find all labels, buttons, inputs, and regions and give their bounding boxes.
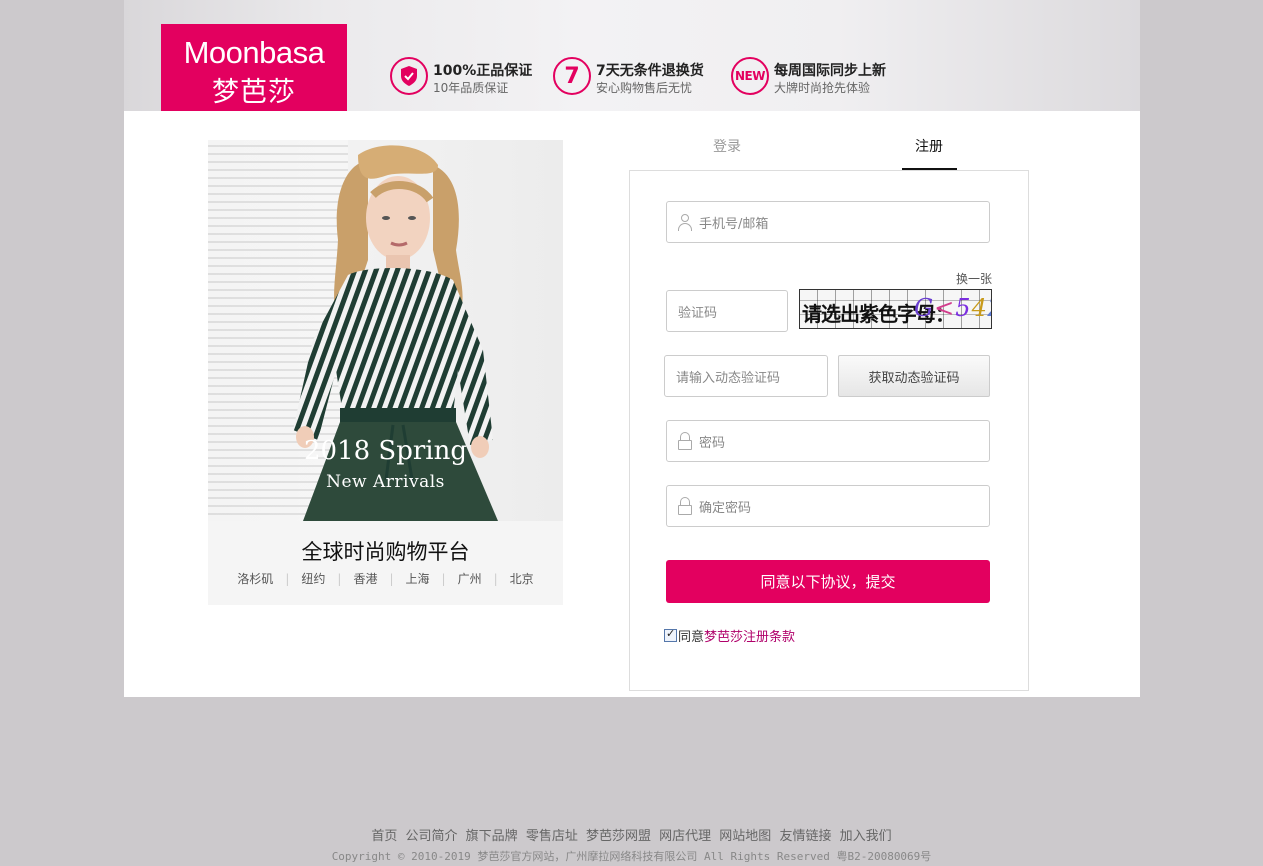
agree-label: 同意: [678, 630, 705, 645]
footer-link-about[interactable]: 公司简介: [406, 829, 458, 844]
footer-link-careers[interactable]: 加入我们: [840, 829, 892, 844]
moonbasa-logo[interactable]: Moonbasa 梦芭莎: [161, 24, 347, 111]
footer-link-agent[interactable]: 网店代理: [659, 829, 711, 844]
captcha-char: Z: [988, 294, 991, 322]
captcha-char: 5: [955, 294, 972, 322]
footer-link-home[interactable]: 首页: [371, 829, 397, 844]
captcha-code: G<54ZG: [914, 294, 991, 322]
agree-checkbox[interactable]: [664, 627, 677, 642]
refresh-captcha-link[interactable]: 换一张: [956, 270, 992, 287]
footer-link-friends[interactable]: 友情链接: [779, 829, 831, 844]
get-sms-code-button[interactable]: 获取动态验证码: [838, 355, 990, 397]
agreement-row: 同意梦芭莎注册条款: [664, 626, 795, 645]
divider: |: [493, 572, 498, 586]
feature-title: 每周国际同步上新: [774, 63, 886, 79]
account-input[interactable]: 手机号/邮箱: [666, 201, 990, 243]
city-label: 广州: [457, 572, 482, 586]
footer-link-sitemap[interactable]: 网站地图: [719, 829, 771, 844]
sms-code-input[interactable]: 请输入动态验证码: [664, 355, 828, 397]
seven-days-icon: 7: [553, 57, 591, 95]
promo-card: 2018 Spring New Arrivals 全球时尚购物平台 洛杉矶 | 纽约…: [208, 140, 563, 605]
footer-link-stores[interactable]: 零售店址: [526, 829, 578, 844]
footer-link-affiliate[interactable]: 梦芭莎网盟: [586, 829, 651, 844]
tab-login[interactable]: 登录: [699, 136, 755, 156]
promo-headline: 2018 Spring: [303, 436, 468, 466]
city-label: 纽约: [301, 572, 326, 586]
captcha-image[interactable]: 请选出紫色字母： G<54ZG: [799, 289, 992, 329]
account-placeholder: 手机号/邮箱: [699, 216, 769, 232]
password-input[interactable]: 密码: [666, 420, 990, 462]
password-placeholder: 密码: [699, 435, 726, 451]
confirm-password-placeholder: 确定密码: [699, 500, 752, 516]
terms-link[interactable]: 梦芭莎注册条款: [704, 626, 795, 645]
footer-nav: 首页 公司简介 旗下品牌 零售店址 梦芭莎网盟 网店代理 网站地图 友情链接 加…: [0, 825, 1263, 844]
new-badge-icon: NEW: [731, 57, 769, 95]
captcha-placeholder: 验证码: [678, 305, 718, 321]
divider: |: [389, 572, 394, 586]
divider: |: [337, 572, 342, 586]
shield-check-icon: [390, 57, 428, 95]
lock-icon: [677, 432, 693, 450]
divider: |: [441, 572, 446, 586]
feature-title: 7天无条件退换货: [596, 63, 704, 79]
captcha-input[interactable]: 验证码: [666, 290, 788, 332]
lock-icon: [677, 497, 693, 515]
captcha-char: G: [914, 294, 935, 322]
city-label: 北京: [509, 572, 534, 586]
feature-subtitle: 10年品质保证: [433, 81, 509, 95]
feature-subtitle: 安心购物售后无忧: [596, 81, 693, 95]
tab-register[interactable]: 注册: [901, 136, 957, 156]
model-photo: 2018 Spring New Arrivals: [208, 140, 563, 521]
logo-chinese: 梦芭莎: [212, 77, 296, 108]
copyright: Copyright © 2010-2019 梦芭莎官方网站，广州摩拉网络科技有限…: [331, 850, 932, 863]
city-label: 上海: [405, 572, 430, 586]
feature-title: 100%正品保证: [433, 63, 533, 79]
captcha-char: 4: [971, 294, 988, 322]
user-icon: [677, 213, 693, 231]
logo-english: Moonbasa: [183, 35, 325, 70]
footer-link-brands[interactable]: 旗下品牌: [466, 829, 518, 844]
promo-subline: New Arrivals: [326, 472, 445, 492]
feature-subtitle: 大牌时尚抢先体验: [774, 81, 871, 95]
promo-cities: 洛杉矶 | 纽约 | 香港 | 上海 | 广州 | 北京: [208, 570, 563, 587]
city-label: 洛杉矶: [237, 572, 274, 586]
divider: |: [285, 572, 290, 586]
city-label: 香港: [353, 572, 378, 586]
confirm-password-input[interactable]: 确定密码: [666, 485, 990, 527]
submit-button[interactable]: 同意以下协议，提交: [666, 560, 990, 603]
promo-title: 全球时尚购物平台: [301, 540, 470, 564]
sms-code-placeholder: 请输入动态验证码: [676, 370, 781, 386]
captcha-char: <: [934, 294, 956, 322]
